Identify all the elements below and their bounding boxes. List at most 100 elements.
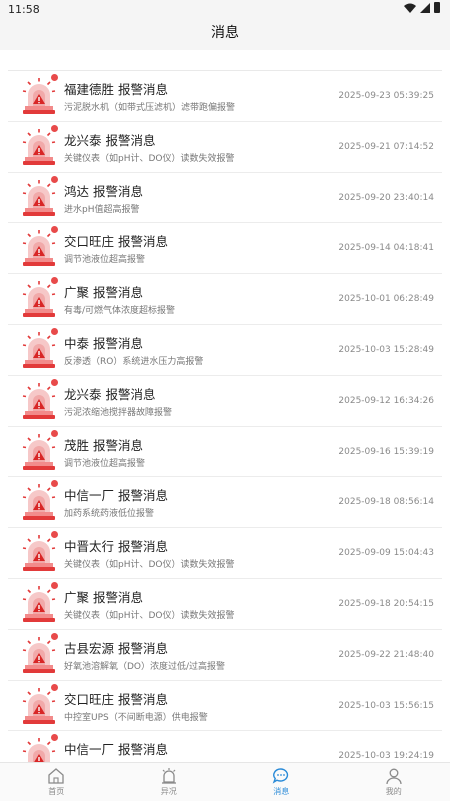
message-description: 关键仪表（如pH计、DO仪）读数失效报警 <box>64 557 235 570</box>
message-icon <box>272 767 290 785</box>
signal-icon <box>420 3 430 13</box>
tab-message[interactable]: 消息 <box>225 763 338 801</box>
message-title: 中晋太行 报警消息 <box>64 536 168 555</box>
message-title: 福建德胜 报警消息 <box>64 79 168 98</box>
alarm-light-icon <box>22 482 56 522</box>
message-description: 调节池液位超高报警 <box>64 456 145 469</box>
message-row[interactable]: 古县宏源 报警消息 好氧池溶解氧（DO）浓度过低/过高报警 2025-09-22… <box>8 630 442 681</box>
abnormal-alarm-icon <box>160 767 178 785</box>
status-bar: 11:58 <box>0 0 450 20</box>
message-row[interactable]: 广聚 报警消息 有毒/可燃气体浓度超标报警 2025-10-01 06:28:4… <box>8 274 442 325</box>
alarm-light-icon <box>22 736 56 763</box>
message-description: 调节池液位超高报警 <box>64 252 145 265</box>
message-row[interactable]: 福建德胜 报警消息 污泥脱水机（如带式压滤机）滤带跑偏报警 2025-09-23… <box>8 71 442 122</box>
message-time: 2025-10-03 15:56:15 <box>338 701 434 711</box>
message-title: 广聚 报警消息 <box>64 282 143 301</box>
header: 消息 <box>0 20 450 50</box>
unread-dot <box>51 379 58 386</box>
alarm-light-icon <box>22 432 56 472</box>
message-title: 中信一厂 报警消息 <box>64 739 168 758</box>
tab-mine-label: 我的 <box>338 786 450 797</box>
message-time: 2025-09-18 20:54:15 <box>338 599 434 609</box>
message-title: 交口旺庄 报警消息 <box>64 689 168 708</box>
message-description: 反渗透（RO）系统进水压力高报警 <box>64 354 203 367</box>
message-row[interactable]: 广聚 报警消息 关键仪表（如pH计、DO仪）读数失效报警 2025-09-18 … <box>8 579 442 630</box>
wifi-icon <box>404 3 416 13</box>
message-description: 中控室UPS（不间断电源）供电报警 <box>64 710 208 723</box>
message-time: 2025-10-01 06:28:49 <box>338 294 434 304</box>
user-icon <box>385 767 403 785</box>
unread-dot <box>51 582 58 589</box>
message-title: 中信一厂 报警消息 <box>64 485 168 504</box>
message-time: 2025-09-21 07:14:52 <box>338 142 434 152</box>
message-time: 2025-09-12 16:34:26 <box>338 396 434 406</box>
message-row[interactable]: 中泰 报警消息 反渗透（RO）系统进水压力高报警 2025-10-03 15:2… <box>8 325 442 376</box>
message-row[interactable]: 中信一厂 报警消息 污泥脱水机（如带式压滤机）滤带跑偏报警 2025-10-03… <box>8 731 442 763</box>
alarm-light-icon <box>22 584 56 624</box>
message-row[interactable]: 龙兴泰 报警消息 关键仪表（如pH计、DO仪）读数失效报警 2025-09-21… <box>8 122 442 173</box>
alarm-light-icon <box>22 686 56 726</box>
message-description: 好氧池溶解氧（DO）浓度过低/过高报警 <box>64 659 225 672</box>
unread-dot <box>51 226 58 233</box>
unread-dot <box>51 74 58 81</box>
unread-dot <box>51 480 58 487</box>
unread-dot <box>51 176 58 183</box>
message-time: 2025-09-09 15:04:43 <box>338 548 434 558</box>
tab-bar: 首页 异况 消息 我的 <box>0 762 450 801</box>
message-description: 关键仪表（如pH计、DO仪）读数失效报警 <box>64 151 235 164</box>
message-description: 加药系统药液低位报警 <box>64 506 154 519</box>
alarm-light-icon <box>22 533 56 573</box>
alarm-light-icon <box>22 635 56 675</box>
message-time: 2025-09-16 15:39:19 <box>338 447 434 457</box>
message-row[interactable]: 鸿达 报警消息 进水pH值超高报警 2025-09-20 23:40:14 <box>8 173 442 224</box>
unread-dot <box>51 277 58 284</box>
tab-home-label: 首页 <box>0 786 113 797</box>
unread-dot <box>51 328 58 335</box>
unread-dot <box>51 531 58 538</box>
message-title: 广聚 报警消息 <box>64 587 143 606</box>
unread-dot <box>51 734 58 741</box>
message-title: 交口旺庄 报警消息 <box>64 231 168 250</box>
message-row[interactable]: 中信一厂 报警消息 加药系统药液低位报警 2025-09-18 08:56:14 <box>8 477 442 528</box>
message-title: 龙兴泰 报警消息 <box>64 130 155 149</box>
message-time: 2025-09-14 04:18:41 <box>338 243 434 253</box>
message-title: 茂胜 报警消息 <box>64 435 143 454</box>
message-row[interactable]: 交口旺庄 报警消息 中控室UPS（不间断电源）供电报警 2025-10-03 1… <box>8 681 442 732</box>
tab-home[interactable]: 首页 <box>0 763 113 801</box>
unread-dot <box>51 430 58 437</box>
message-row[interactable]: 茂胜 报警消息 调节池液位超高报警 2025-09-16 15:39:19 <box>8 427 442 478</box>
message-time: 2025-10-03 19:24:19 <box>338 751 434 761</box>
unread-dot <box>51 633 58 640</box>
tab-message-label: 消息 <box>225 786 338 797</box>
status-time: 11:58 <box>8 3 40 16</box>
alarm-light-icon <box>22 330 56 370</box>
message-description: 进水pH值超高报警 <box>64 202 139 215</box>
alarm-light-icon <box>22 279 56 319</box>
message-title: 古县宏源 报警消息 <box>64 638 168 657</box>
unread-dot <box>51 684 58 691</box>
message-list: 福建德胜 报警消息 污泥脱水机（如带式压滤机）滤带跑偏报警 2025-09-23… <box>8 70 442 763</box>
tab-abnormal-label: 异况 <box>113 786 226 797</box>
message-row[interactable]: 中晋太行 报警消息 关键仪表（如pH计、DO仪）读数失效报警 2025-09-0… <box>8 528 442 579</box>
tab-mine[interactable]: 我的 <box>338 763 450 801</box>
alarm-light-icon <box>22 127 56 167</box>
message-time: 2025-09-20 23:40:14 <box>338 193 434 203</box>
message-description: 污泥浓缩池搅拌器故障报警 <box>64 405 172 418</box>
message-time: 2025-09-18 08:56:14 <box>338 497 434 507</box>
message-title: 中泰 报警消息 <box>64 333 143 352</box>
tab-abnormal[interactable]: 异况 <box>113 763 226 801</box>
message-time: 2025-09-23 05:39:25 <box>338 91 434 101</box>
alarm-light-icon <box>22 381 56 421</box>
battery-icon <box>434 2 440 13</box>
message-time: 2025-10-03 15:28:49 <box>338 345 434 355</box>
message-description: 有毒/可燃气体浓度超标报警 <box>64 303 175 316</box>
page-title: 消息 <box>211 25 239 41</box>
alarm-light-icon <box>22 178 56 218</box>
message-row[interactable]: 交口旺庄 报警消息 调节池液位超高报警 2025-09-14 04:18:41 <box>8 223 442 274</box>
alarm-light-icon <box>22 76 56 116</box>
unread-dot <box>51 125 58 132</box>
message-title: 鸿达 报警消息 <box>64 181 143 200</box>
home-icon <box>47 767 65 785</box>
message-time: 2025-09-22 21:48:40 <box>338 650 434 660</box>
message-row[interactable]: 龙兴泰 报警消息 污泥浓缩池搅拌器故障报警 2025-09-12 16:34:2… <box>8 376 442 427</box>
